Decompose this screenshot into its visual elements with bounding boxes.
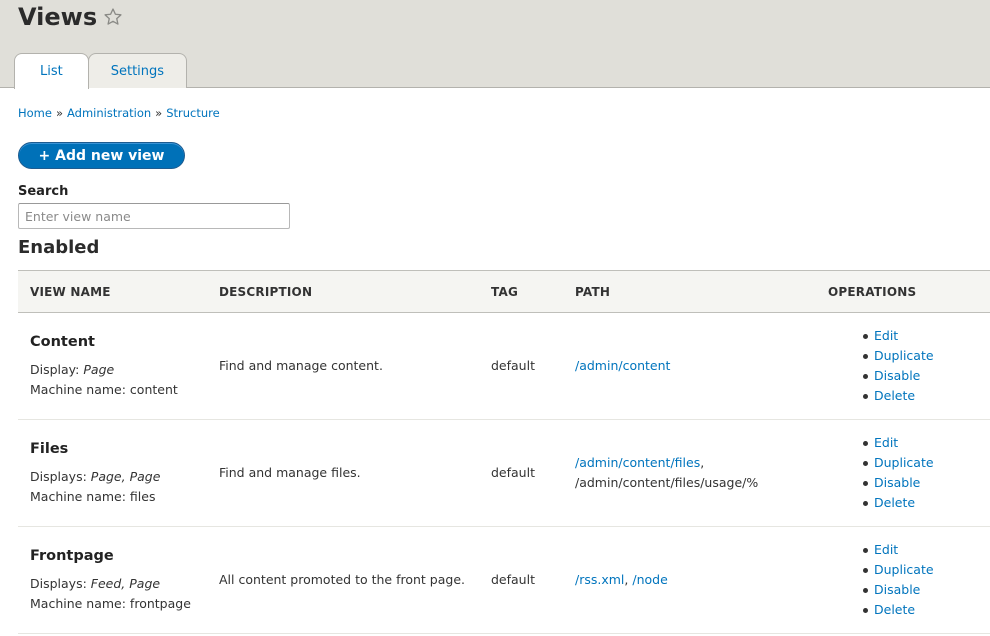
path-cell: /admin/content/files, /admin/content/fil…: [563, 419, 816, 527]
operations-cell: Edit Duplicate Disable Delete: [816, 312, 990, 420]
description-cell: All content promoted to the front page.: [207, 526, 479, 634]
header-tag: Tag: [479, 270, 563, 313]
search-label: Search: [18, 184, 69, 199]
view-name-cell: Content Display: Page Machine name: cont…: [18, 312, 207, 420]
path-plain: /admin/content/files/usage/%: [575, 475, 759, 490]
operations-list: Edit Duplicate Disable Delete: [828, 540, 990, 620]
breadcrumb-home[interactable]: Home: [18, 106, 52, 120]
view-displays: Displays: Feed, Page: [30, 574, 207, 594]
breadcrumb-administration[interactable]: Administration: [67, 106, 151, 120]
table-row: Content Display: Page Machine name: cont…: [18, 312, 990, 420]
path-cell: /admin/content: [563, 312, 816, 420]
tabs: List Settings: [14, 53, 188, 89]
header-path: Path: [563, 270, 816, 313]
star-icon[interactable]: [103, 7, 123, 27]
machine-name: Machine name: frontpage: [30, 596, 191, 611]
display-values: Page, Page: [90, 469, 161, 484]
display-values: Feed, Page: [90, 576, 161, 591]
tab-settings[interactable]: Settings: [87, 53, 188, 88]
header-view-name: View name: [18, 270, 207, 313]
operations-cell: Edit Duplicate Disable Delete: [816, 419, 990, 527]
display-values: Page: [83, 362, 115, 377]
tag-cell: default: [479, 526, 563, 634]
tag-cell: default: [479, 312, 563, 420]
description-cell: Find and manage files.: [207, 419, 479, 527]
display-label: Display:: [30, 362, 80, 377]
table-row: Frontpage Displays: Feed, Page Machine n…: [18, 526, 990, 634]
duplicate-link[interactable]: Duplicate: [874, 348, 934, 363]
display-label: Displays:: [30, 576, 87, 591]
page-title-text: Views: [18, 3, 98, 31]
header-description: Description: [207, 270, 479, 313]
operations-cell: Edit Duplicate Disable Delete: [816, 526, 990, 634]
view-title: Frontpage: [30, 548, 114, 564]
edit-link[interactable]: Edit: [874, 542, 898, 557]
machine-name: Machine name: content: [30, 382, 178, 397]
add-new-view-button[interactable]: + Add new view: [18, 142, 185, 169]
breadcrumb-separator: »: [155, 106, 163, 120]
operations-list: Edit Duplicate Disable Delete: [828, 326, 990, 406]
breadcrumb-structure[interactable]: Structure: [166, 106, 220, 120]
section-title-enabled: Enabled: [18, 237, 100, 258]
page-title: Views: [18, 2, 123, 32]
disable-link[interactable]: Disable: [874, 368, 920, 383]
table-row: Files Displays: Page, Page Machine name:…: [18, 419, 990, 527]
view-title: Files: [30, 441, 69, 457]
breadcrumb-separator: »: [55, 106, 64, 120]
view-displays: Displays: Page, Page: [30, 467, 207, 487]
disable-link[interactable]: Disable: [874, 475, 920, 490]
delete-link[interactable]: Delete: [874, 495, 915, 510]
path-link[interactable]: /node: [632, 572, 667, 587]
delete-link[interactable]: Delete: [874, 388, 915, 403]
edit-link[interactable]: Edit: [874, 435, 898, 450]
tag-cell: default: [479, 419, 563, 527]
edit-link[interactable]: Edit: [874, 328, 898, 343]
breadcrumb: Home» Administration» Structure: [18, 106, 220, 120]
duplicate-link[interactable]: Duplicate: [874, 562, 934, 577]
description-cell: Find and manage content.: [207, 312, 479, 420]
views-table: View name Description Tag Path Operation…: [18, 270, 990, 634]
search-input[interactable]: [18, 203, 290, 229]
view-name-cell: Frontpage Displays: Feed, Page Machine n…: [18, 526, 207, 634]
path-link[interactable]: /admin/content/files: [575, 455, 700, 470]
view-name-cell: Files Displays: Page, Page Machine name:…: [18, 419, 207, 527]
operations-list: Edit Duplicate Disable Delete: [828, 433, 990, 513]
path-link[interactable]: /rss.xml: [575, 572, 624, 587]
path-link[interactable]: /admin/content: [575, 358, 670, 373]
machine-name: Machine name: files: [30, 489, 156, 504]
table-header-row: View name Description Tag Path Operation…: [18, 270, 990, 313]
delete-link[interactable]: Delete: [874, 602, 915, 617]
header-operations: Operations: [816, 270, 990, 313]
display-label: Displays:: [30, 469, 87, 484]
duplicate-link[interactable]: Duplicate: [874, 455, 934, 470]
path-cell: /rss.xml, /node: [563, 526, 816, 634]
view-title: Content: [30, 334, 95, 350]
disable-link[interactable]: Disable: [874, 582, 920, 597]
page-header: Views List Settings: [0, 0, 990, 89]
view-displays: Display: Page: [30, 360, 207, 380]
tab-list[interactable]: List: [14, 53, 89, 89]
